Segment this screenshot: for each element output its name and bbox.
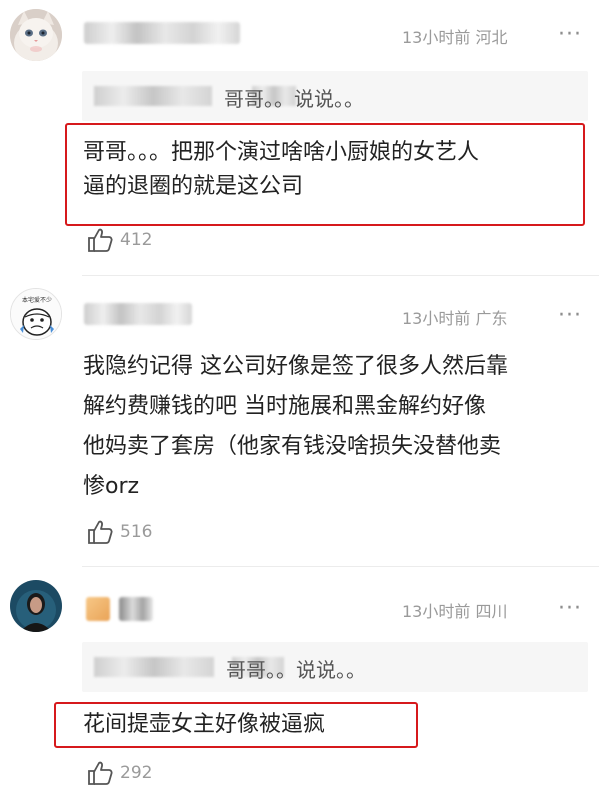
location: 四川	[475, 602, 508, 621]
comment-line: 哥哥。。。把那个演过啥啥小厨娘的女艺人	[83, 140, 480, 165]
comment-meta: 13小时前 河北	[402, 24, 507, 48]
username-obscured[interactable]	[86, 597, 110, 621]
comment-line: 我隐约记得 这公司好像是签了很多人然后靠	[83, 354, 508, 379]
timestamp: 13小时前	[402, 309, 471, 328]
username-obscured[interactable]	[84, 22, 240, 44]
quote-text: 哥哥。。说说。。	[226, 658, 366, 682]
like-count: 412	[120, 230, 153, 250]
quote-text: 哥哥。。说说。。	[224, 87, 364, 111]
comment-line: 惨orz	[83, 474, 140, 499]
comment-meta: 13小时前 四川	[402, 598, 507, 622]
user-avatar[interactable]	[10, 9, 62, 61]
comment-body: 花间提壶女主好像被逼疯	[83, 708, 325, 742]
thumbs-up-icon	[88, 228, 113, 252]
location: 河北	[475, 28, 508, 47]
username-obscured[interactable]	[119, 597, 153, 621]
avatar-caption: 本宅爱不少	[22, 296, 52, 304]
username-obscured[interactable]	[84, 303, 192, 325]
quoted-username-obscured	[94, 657, 214, 677]
more-options-icon[interactable]: ···	[558, 305, 582, 327]
timestamp: 13小时前	[402, 28, 471, 47]
thumbs-up-icon	[88, 520, 113, 544]
like-count: 516	[120, 522, 153, 542]
cartoon-avatar: 本宅爱不少	[11, 289, 61, 339]
comment-line: 他妈卖了套房（他家有钱没啥损失没替他卖	[83, 434, 502, 459]
cat-avatar	[10, 9, 62, 61]
location: 广东	[475, 309, 508, 328]
comment-1: 13小时前 河北 ··· 哥哥。。说说。。 哥哥。。。把那个演过啥啥小厨娘的女艺…	[0, 0, 599, 275]
comment-line: 花间提壶女主好像被逼疯	[83, 712, 326, 737]
comment-line: 逼的退圈的就是这公司	[83, 174, 304, 199]
like-count: 292	[120, 763, 153, 783]
comment-body: 哥哥。。。把那个演过啥啥小厨娘的女艺人 逼的退圈的就是这公司	[83, 136, 479, 204]
comment-2: 本宅爱不少 13小时前 广东 ··· 我隐约记得 这公司好像是签了很多人然后靠 …	[0, 276, 599, 566]
timestamp: 13小时前	[402, 602, 471, 621]
quoted-username-obscured	[94, 86, 212, 106]
comment-line: 解约费赚钱的吧 当时施展和黑金解约好像	[83, 394, 486, 419]
comment-meta: 13小时前 广东	[402, 305, 507, 329]
quoted-reply[interactable]: 哥哥。。说说。。	[82, 642, 588, 692]
comment-3: 13小时前 四川 ··· 哥哥。。说说。。 花间提壶女主好像被逼疯 292	[0, 567, 599, 798]
more-options-icon[interactable]: ···	[558, 24, 582, 46]
thumbs-up-icon	[88, 761, 113, 785]
more-options-icon[interactable]: ···	[558, 598, 582, 620]
quoted-reply[interactable]: 哥哥。。说说。。	[82, 71, 588, 121]
user-avatar[interactable]: 本宅爱不少	[10, 288, 62, 340]
user-avatar[interactable]	[10, 580, 62, 632]
woman-avatar	[10, 580, 62, 632]
comment-body: 我隐约记得 这公司好像是签了很多人然后靠 解约费赚钱的吧 当时施展和黑金解约好像…	[83, 347, 508, 507]
